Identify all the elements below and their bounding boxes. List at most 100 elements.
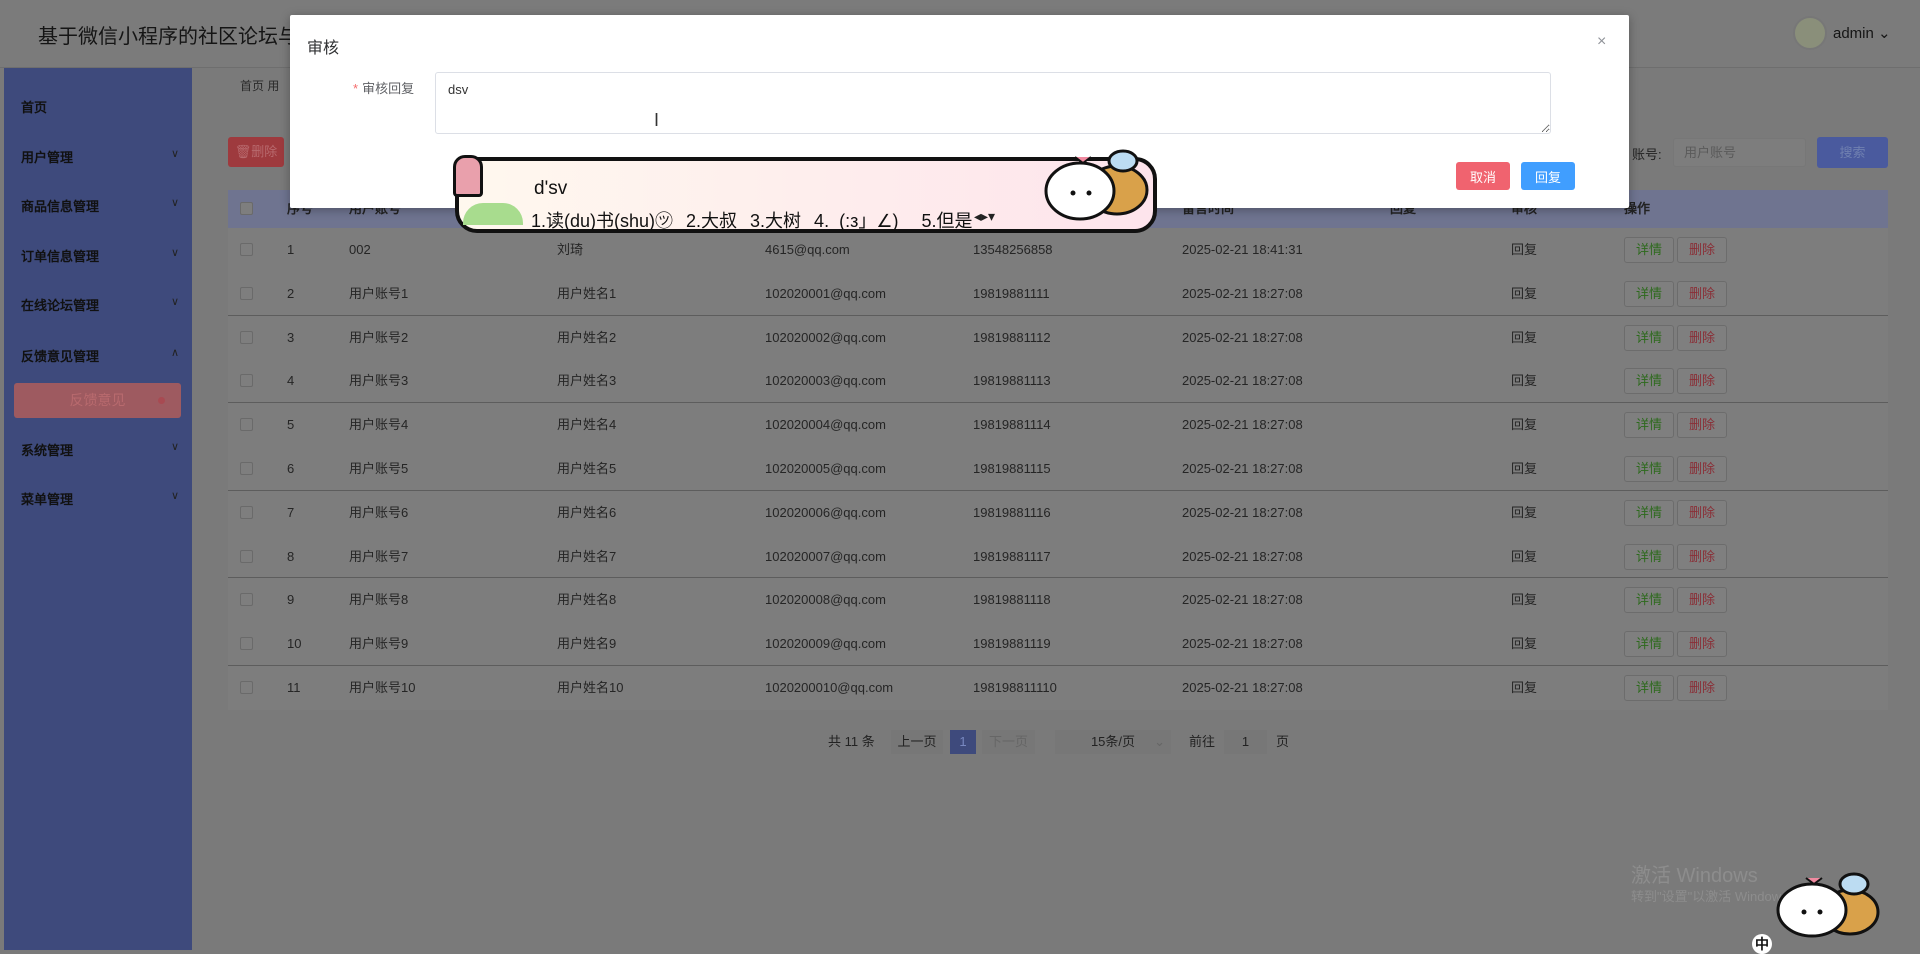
user-menu[interactable]: admin ⌄: [1833, 24, 1891, 42]
delete-button[interactable]: 删除: [1677, 587, 1727, 614]
app-title: 基于微信小程序的社区论坛与二: [38, 26, 318, 48]
table-cell: 用户账号3: [349, 373, 409, 389]
chevron-icon: ∨: [170, 197, 179, 209]
sidebar-item[interactable]: 商品信息管理 ∨: [21, 196, 181, 215]
goto-page-input[interactable]: 1: [1224, 730, 1267, 754]
table-cell: 6: [287, 460, 295, 476]
table-cell: 2: [287, 285, 295, 301]
table-cell: 102020009@qq.com: [765, 636, 886, 652]
search-button[interactable]: 搜索: [1817, 137, 1888, 168]
delete-button[interactable]: 删除: [1677, 499, 1727, 526]
table-cell: 19819881113: [973, 373, 1051, 389]
detail-button[interactable]: 详情: [1624, 543, 1674, 570]
delete-button[interactable]: 删除: [1677, 412, 1727, 439]
row-checkbox[interactable]: [240, 461, 253, 475]
ime-page-arrows-icon[interactable]: ◂▸▾: [974, 208, 995, 225]
ime-language-indicator[interactable]: 中: [1752, 934, 1772, 954]
row-checkbox[interactable]: [240, 637, 253, 651]
row-checkbox[interactable]: [240, 286, 253, 300]
detail-button[interactable]: 详情: [1624, 455, 1674, 482]
page-1-button[interactable]: 1: [950, 730, 976, 754]
delete-button[interactable]: 删除: [1677, 674, 1727, 701]
row-checkbox[interactable]: [240, 374, 253, 388]
prev-page-button[interactable]: 上一页: [891, 730, 943, 754]
table-row: 5 用户账号4 用户姓名4 102020004@qq.com 19819881114 20…: [228, 403, 1888, 447]
table-cell: 用户账号1: [349, 285, 409, 301]
delete-button[interactable]: 删除: [1677, 368, 1727, 395]
table-cell: 2025-02-21 18:41:31: [1182, 242, 1303, 257]
detail-button[interactable]: 详情: [1624, 368, 1674, 395]
table-row: 10 用户账号9 用户姓名9 102020009@qq.com 19819881119 2…: [228, 622, 1888, 666]
detail-button[interactable]: 详情: [1624, 280, 1674, 307]
goto-label: 前往: [1189, 734, 1216, 749]
table-cell: 102020008@qq.com: [765, 592, 886, 608]
row-checkbox[interactable]: [240, 505, 253, 519]
table-row: 4 用户账号3 用户姓名3 102020003@qq.com 19819881113 20…: [228, 359, 1888, 404]
delete-button[interactable]: 删除: [1677, 455, 1727, 482]
account-search-input[interactable]: 用户账号: [1673, 138, 1806, 167]
row-checkbox[interactable]: [240, 680, 253, 694]
breadcrumb[interactable]: 首页 用: [240, 77, 279, 94]
detail-button[interactable]: 详情: [1624, 499, 1674, 526]
next-page-button[interactable]: 下一页: [982, 730, 1035, 754]
table-cell: 回复: [1511, 636, 1538, 652]
sidebar-item[interactable]: 首页: [21, 97, 181, 116]
page-size-select[interactable]: 15条/页 ⌄: [1055, 730, 1171, 754]
table-cell: 8: [287, 548, 295, 564]
total-count: 共 11 条: [828, 734, 875, 749]
sidebar-subitem-feedback[interactable]: 反馈意见: [14, 383, 181, 418]
table-cell: 2025-02-21 18:27:08: [1182, 504, 1303, 520]
sidebar-item[interactable]: 在线论坛管理 ∨: [21, 295, 181, 314]
select-all-checkbox[interactable]: [240, 202, 253, 215]
table-cell: 19819881119: [973, 636, 1051, 652]
table-cell: 4: [287, 373, 295, 389]
text-cursor-icon: I: [654, 110, 660, 130]
row-checkbox[interactable]: [240, 330, 253, 344]
row-checkbox[interactable]: [240, 418, 253, 432]
chevron-icon: ∨: [170, 490, 179, 502]
sidebar-item[interactable]: 系统管理 ∨: [21, 440, 181, 459]
detail-button[interactable]: 详情: [1624, 587, 1674, 614]
reply-submit-button[interactable]: 回复: [1521, 162, 1575, 190]
table-cell: 7: [287, 504, 295, 520]
sidebar-item[interactable]: 菜单管理 ∨: [21, 489, 181, 508]
detail-button[interactable]: 详情: [1624, 324, 1674, 351]
batch-delete-button[interactable]: 🗑删除: [228, 137, 284, 167]
table-cell: 用户姓名1: [557, 285, 617, 301]
detail-button[interactable]: 详情: [1624, 631, 1674, 658]
delete-button[interactable]: 删除: [1677, 280, 1727, 307]
row-checkbox[interactable]: [240, 243, 253, 256]
grass-decoration-icon: [463, 203, 523, 225]
sidebar-item-label: 在线论坛管理: [21, 298, 100, 313]
detail-button[interactable]: 详情: [1624, 412, 1674, 439]
table-cell: 用户姓名2: [557, 329, 617, 345]
table-cell: 1: [287, 242, 295, 257]
table-cell: 回复: [1511, 285, 1538, 301]
row-checkbox[interactable]: [240, 593, 253, 607]
delete-button[interactable]: 删除: [1677, 631, 1727, 658]
table-cell: 用户账号2: [349, 329, 409, 345]
chevron-icon: ∨: [170, 247, 179, 259]
table-cell: 2025-02-21 18:27:08: [1182, 285, 1303, 301]
avatar[interactable]: [1793, 16, 1827, 50]
detail-button[interactable]: 详情: [1624, 237, 1674, 263]
delete-button[interactable]: 删除: [1677, 324, 1727, 351]
table-cell: 2025-02-21 18:27:08: [1182, 548, 1303, 564]
sidebar-item[interactable]: 订单信息管理 ∨: [21, 246, 181, 265]
table-cell: 用户姓名3: [557, 373, 617, 389]
table-cell: 19819881117: [973, 548, 1051, 564]
close-icon[interactable]: ×: [1597, 33, 1606, 51]
table-cell: 10: [287, 636, 302, 652]
cancel-button[interactable]: 取消: [1456, 162, 1510, 190]
delete-button[interactable]: 删除: [1677, 237, 1727, 263]
sidebar-item[interactable]: 反馈意见管理 ∧: [21, 346, 181, 365]
row-checkbox[interactable]: [240, 549, 253, 563]
table-cell: 2025-02-21 18:27:08: [1182, 679, 1303, 695]
sidebar-item[interactable]: 用户管理 ∨: [21, 147, 181, 166]
table-cell: 19819881115: [973, 460, 1051, 476]
ime-candidates[interactable]: 1.读(du)书(shu)㋡ 2.大叔 3.大树 4._(:з」∠)_ 5.但是: [531, 207, 972, 233]
review-reply-textarea[interactable]: [435, 72, 1551, 134]
delete-button[interactable]: 删除: [1677, 543, 1727, 570]
detail-button[interactable]: 详情: [1624, 674, 1674, 701]
table-cell: 回复: [1511, 373, 1538, 389]
